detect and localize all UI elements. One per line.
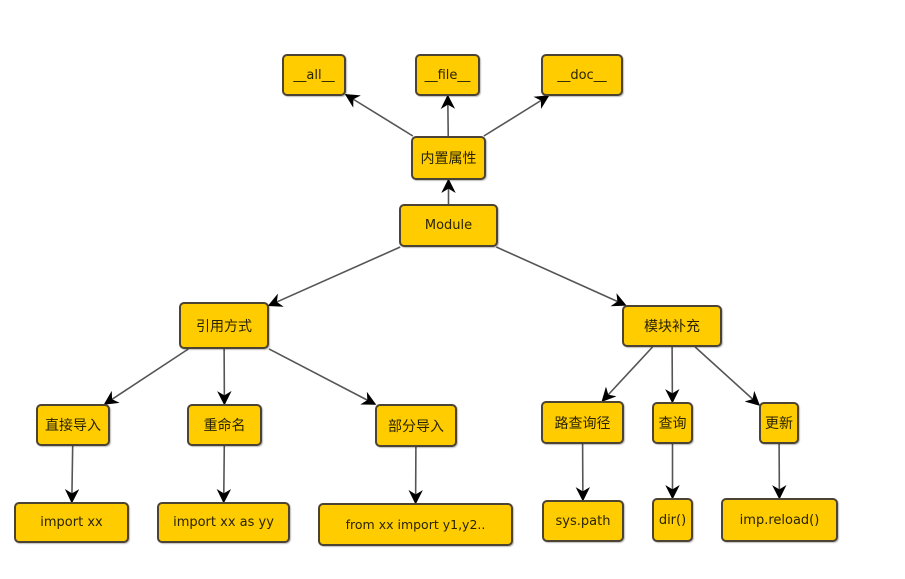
node-label: Module xyxy=(424,218,473,233)
node-partial-import[interactable]: 部分导入 xyxy=(375,404,457,447)
edge-module_extra-to-update xyxy=(694,346,761,406)
node-rename[interactable]: 重命名 xyxy=(187,404,262,446)
node-module-extra[interactable]: 模块补充 xyxy=(622,305,722,347)
node-label: __doc__ xyxy=(557,67,607,83)
edge-ref_ways-to-partial_import xyxy=(268,348,377,405)
node-from-import[interactable]: from xx import y1,y2.. xyxy=(318,503,513,546)
node-import-xx[interactable]: import xx xyxy=(14,502,129,543)
node-label: 引用方式 xyxy=(196,318,252,335)
node-import-as[interactable]: import xx as yy xyxy=(157,502,290,543)
node-update[interactable]: 更新 xyxy=(759,402,799,444)
node-label: 模块补充 xyxy=(644,319,700,335)
node-label: 更新 xyxy=(765,416,793,432)
node-label: 重命名 xyxy=(203,418,246,434)
edge-direct_import-to-import_xx xyxy=(64,445,80,504)
edge-ref_ways-to-direct_import xyxy=(103,348,189,405)
node-label: dir() xyxy=(658,512,687,528)
node-label: __all__ xyxy=(293,67,335,83)
node-direct-import[interactable]: 直接导入 xyxy=(36,404,110,446)
node-label: import xx xyxy=(40,515,103,530)
node-label: 路查询径 xyxy=(554,415,611,432)
edge-builtin_attrs-to-doc xyxy=(483,95,550,137)
node-label: __file__ xyxy=(424,67,471,83)
node-label: 直接导入 xyxy=(45,418,101,434)
edge-module_extra-to-path_query xyxy=(601,346,654,403)
node-all[interactable]: __all__ xyxy=(282,54,346,96)
node-label: 内置属性 xyxy=(420,151,477,167)
node-label: 部分导入 xyxy=(388,418,444,435)
node-dir[interactable]: dir() xyxy=(652,498,693,542)
node-file[interactable]: __file__ xyxy=(415,54,480,96)
node-reload[interactable]: imp.reload() xyxy=(721,498,838,542)
node-module[interactable]: Module xyxy=(399,204,498,247)
node-query[interactable]: 查询 xyxy=(652,402,693,444)
node-label: 查询 xyxy=(658,416,687,432)
node-label: imp.reload() xyxy=(739,512,820,528)
node-path-query[interactable]: 路查询径 xyxy=(541,401,624,444)
edge-builtin_attrs-to-all xyxy=(344,93,414,137)
node-label: from xx import y1,y2.. xyxy=(345,517,486,532)
edge-module-to-ref_ways xyxy=(267,246,401,307)
node-sys-path[interactable]: sys.path xyxy=(542,500,624,542)
node-ref-ways[interactable]: 引用方式 xyxy=(179,302,269,349)
edge-module-to-module_extra xyxy=(495,246,627,307)
node-builtin-attrs[interactable]: 内置属性 xyxy=(411,136,486,180)
node-label: import xx as yy xyxy=(173,515,274,530)
edge-rename-to-import_as xyxy=(216,445,232,504)
node-label: sys.path xyxy=(555,513,611,529)
node-doc[interactable]: __doc__ xyxy=(541,54,623,96)
